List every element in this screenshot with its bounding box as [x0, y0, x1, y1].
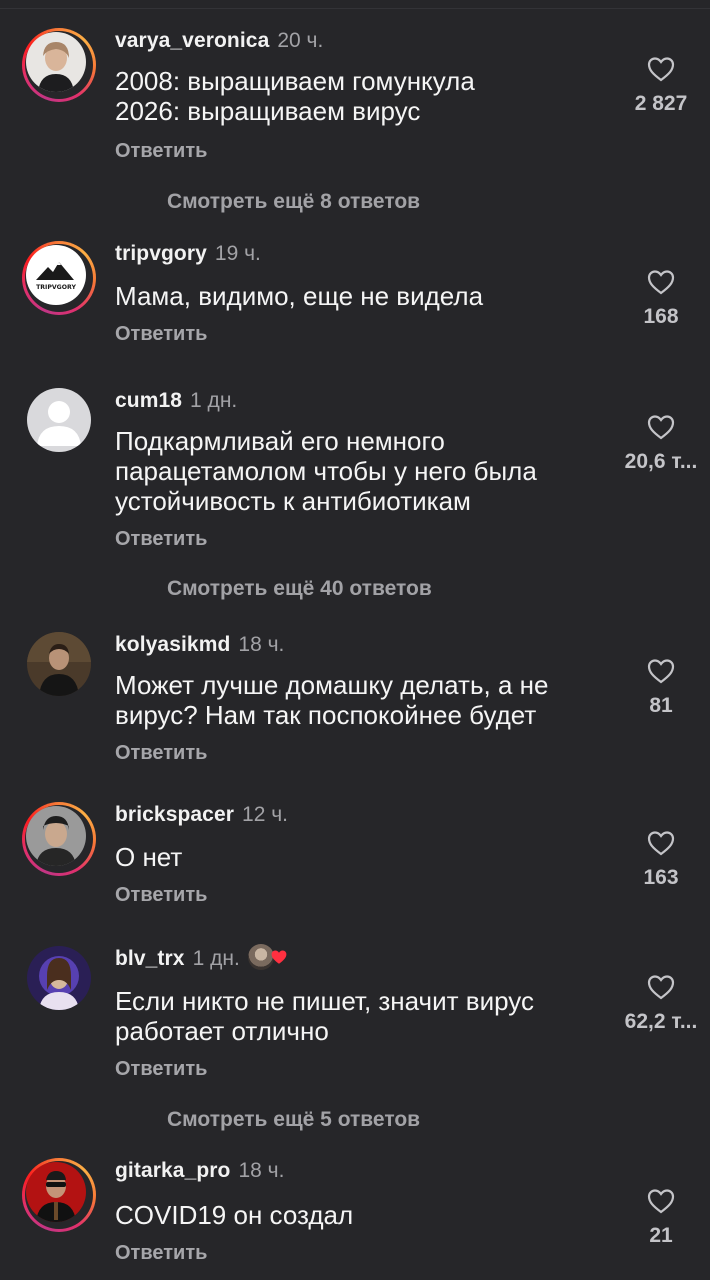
comment-meta: kolyasikmd 18 ч.: [115, 632, 284, 658]
heart-icon: [647, 57, 675, 82]
comment-line: работает отлично: [115, 1016, 329, 1046]
comment-line: 2026: выращиваем вирус: [115, 96, 421, 126]
like-button[interactable]: 2 827: [612, 56, 710, 116]
comment-meta: blv_trx 1 дн.: [115, 944, 288, 972]
heart-icon: [647, 270, 675, 295]
avatar[interactable]: [27, 632, 91, 696]
reply-button[interactable]: Ответить: [115, 323, 207, 346]
heart-icon: [271, 950, 287, 965]
avatar[interactable]: [22, 1158, 96, 1232]
username[interactable]: tripvgory: [115, 242, 207, 265]
svg-text:TRIPVGORY: TRIPVGORY: [36, 284, 76, 291]
like-button[interactable]: 62,2 т...: [612, 974, 710, 1034]
like-button[interactable]: 21: [612, 1188, 710, 1248]
comment-line: Может лучше домашку делать, а не: [115, 670, 549, 700]
timestamp: 18 ч.: [238, 633, 285, 656]
view-more-replies[interactable]: Смотреть ещё 5 ответов: [167, 1108, 420, 1132]
heart-icon: [647, 1189, 675, 1214]
timestamp: 20 ч.: [277, 29, 324, 52]
like-count: 2 827: [634, 92, 688, 115]
user-photo-icon: [27, 632, 91, 696]
avatar[interactable]: [22, 802, 96, 876]
username[interactable]: varya_veronica: [115, 29, 269, 52]
timestamp: 19 ч.: [214, 242, 261, 265]
user-photo-icon: [26, 1162, 86, 1222]
reply-button[interactable]: Ответить: [115, 742, 207, 765]
comment-line: Подкармливай его немного: [115, 426, 445, 456]
comment-text: О нет: [115, 842, 605, 872]
avatar[interactable]: [27, 946, 91, 1010]
comment-line: Если никто не пишет, значит вирус: [115, 986, 534, 1016]
reply-button[interactable]: Ответить: [115, 140, 207, 163]
view-more-replies[interactable]: Смотреть ещё 40 ответов: [167, 577, 432, 601]
comment-text: Мама, видимо, еще не видела: [115, 281, 605, 311]
comment-text: Если никто не пишет, значит вирус работа…: [115, 986, 605, 1046]
timestamp: 18 ч.: [238, 1159, 285, 1182]
avatar[interactable]: [22, 28, 96, 102]
comment-text: Может лучше домашку делать, а не вирус? …: [115, 670, 605, 730]
like-count: 20,6 т...: [624, 450, 698, 473]
reply-button[interactable]: Ответить: [115, 528, 207, 551]
user-photo-icon: [27, 946, 91, 1010]
user-photo-icon: [26, 806, 86, 866]
comment-line: COVID19 он создал: [115, 1200, 354, 1230]
comment-line: устойчивость к антибиотикам: [115, 486, 471, 516]
timestamp: 1 дн.: [190, 389, 238, 412]
like-count: 62,2 т...: [624, 1010, 698, 1033]
user-photo-icon: [26, 32, 86, 92]
timestamp: 12 ч.: [242, 803, 288, 826]
comment-line: 2008: выращиваем гомункула: [115, 66, 475, 96]
username[interactable]: cum18: [115, 389, 182, 412]
reply-button[interactable]: Ответить: [115, 884, 207, 907]
comment-line: вирус? Нам так поспокойнее будет: [115, 700, 537, 730]
comment-line: О нет: [115, 842, 183, 872]
comment-meta: varya_veronica 20 ч.: [115, 28, 323, 54]
like-count: 168: [643, 305, 679, 328]
like-button[interactable]: 81: [612, 658, 710, 718]
like-count: 21: [649, 1224, 673, 1247]
like-button[interactable]: 20,6 т...: [612, 414, 710, 474]
like-count: 81: [649, 694, 673, 717]
like-button[interactable]: 163: [612, 830, 710, 890]
comment-line: парацетамолом чтобы у него была: [115, 456, 537, 486]
heart-icon: [647, 659, 675, 684]
reply-button[interactable]: Ответить: [115, 1058, 207, 1081]
heart-icon: [647, 975, 675, 1000]
username[interactable]: blv_trx: [115, 947, 185, 970]
default-profile-icon: [27, 388, 91, 452]
comment-meta: tripvgory 19 ч.: [115, 241, 261, 267]
top-divider: [0, 8, 710, 9]
comment-text: 2008: выращиваем гомункула 2026: выращив…: [115, 66, 605, 126]
username[interactable]: brickspacer: [115, 803, 234, 826]
like-button[interactable]: 168: [612, 269, 710, 329]
username[interactable]: gitarka_pro: [115, 1159, 230, 1182]
mountain-logo-icon: TRIPVGORY: [26, 245, 86, 305]
reply-button[interactable]: Ответить: [115, 1242, 207, 1265]
comment-line: Мама, видимо, еще не видела: [115, 281, 484, 311]
comment-meta: cum18 1 дн.: [115, 388, 237, 414]
avatar[interactable]: [27, 388, 91, 452]
like-count: 163: [643, 866, 679, 889]
comment-text: COVID19 он создал: [115, 1200, 605, 1230]
username[interactable]: kolyasikmd: [115, 633, 230, 656]
heart-icon: [647, 831, 675, 856]
timestamp: 1 дн.: [192, 947, 240, 970]
comment-meta: gitarka_pro 18 ч.: [115, 1158, 284, 1184]
view-more-replies[interactable]: Смотреть ещё 8 ответов: [167, 190, 420, 214]
heart-icon: [647, 415, 675, 440]
avatar[interactable]: TRIPVGORY: [22, 241, 96, 315]
comment-text: Подкармливай его немного парацетамолом ч…: [115, 426, 605, 516]
comment-meta: brickspacer 12 ч.: [115, 802, 288, 828]
